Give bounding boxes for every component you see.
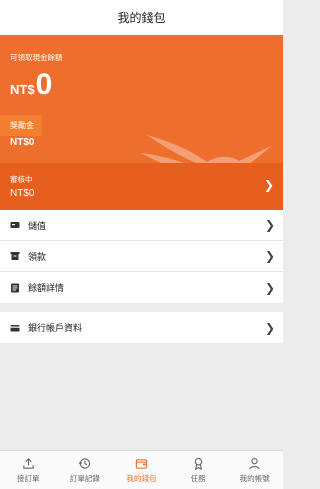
under-review-row[interactable]: 審核中 NT$0 ❯	[0, 163, 283, 210]
available-balance: NT$ 0	[10, 68, 52, 102]
chevron-right-icon: ❯	[263, 178, 274, 192]
available-balance-label: 可領取現金餘額	[10, 53, 63, 62]
tab-tasks[interactable]: 任務	[170, 451, 227, 489]
menu-item-balance-detail[interactable]: 餘額詳情 ❯	[0, 272, 283, 303]
menu-item-label: 餘額詳情	[28, 283, 65, 293]
tab-label: 我的帳號	[239, 473, 270, 483]
withdraw-icon	[10, 251, 20, 261]
wallet-icon	[135, 458, 148, 469]
chevron-right-icon: ❯	[264, 320, 275, 335]
bonus-label: 獎勵金	[0, 115, 42, 136]
upload-icon	[23, 457, 34, 469]
tab-label: 任務	[190, 473, 206, 483]
history-icon	[78, 457, 91, 469]
balance-detail-icon	[10, 283, 20, 293]
bank-account-menu: 銀行帳戶資料 ❯	[0, 312, 283, 343]
tab-take-orders[interactable]: 接訂單	[0, 451, 57, 489]
under-review-label: 審核中	[10, 175, 33, 184]
tab-my-wallet[interactable]: 我的錢包	[113, 451, 170, 489]
menu-item-withdraw[interactable]: 領款 ❯	[0, 241, 283, 272]
tab-label: 接訂單	[17, 473, 40, 483]
chevron-right-icon: ❯	[264, 280, 275, 295]
bottom-tab-bar: 接訂單 訂單記錄 我的錢包 任務 我的帳號	[0, 450, 283, 489]
page-title: 我的錢包	[117, 11, 166, 25]
menu-item-bank-account[interactable]: 銀行帳戶資料 ❯	[0, 312, 283, 343]
chevron-right-icon: ❯	[264, 218, 275, 232]
wallet-balance-card: 可領取現金餘額 NT$ 0 獎勵金 NT$0 審核中 NT$0 ❯	[0, 35, 283, 210]
tab-my-account[interactable]: 我的帳號	[226, 451, 283, 489]
menu-item-label: 儲值	[28, 220, 47, 231]
bonus-amount: NT$0	[10, 137, 35, 148]
chevron-right-icon: ❯	[264, 249, 275, 263]
bank-card-icon	[10, 323, 20, 333]
available-amount: 0	[35, 68, 53, 101]
person-icon	[249, 457, 260, 469]
tab-order-history[interactable]: 訂單記錄	[57, 451, 114, 489]
wallet-actions-menu: 儲值 ❯ 領款 ❯ 餘額詳情 ❯	[0, 210, 283, 303]
under-review-amount: NT$0	[10, 188, 35, 199]
available-currency: NT$	[10, 82, 35, 97]
tab-label: 訂單記錄	[69, 473, 100, 483]
menu-item-label: 銀行帳戶資料	[28, 323, 83, 333]
top-bar: 我的錢包	[0, 0, 283, 35]
medal-icon	[194, 457, 202, 470]
topup-icon	[10, 220, 20, 230]
tab-label: 我的錢包	[126, 473, 157, 483]
menu-item-label: 領款	[28, 251, 47, 262]
menu-item-topup[interactable]: 儲值 ❯	[0, 210, 283, 241]
